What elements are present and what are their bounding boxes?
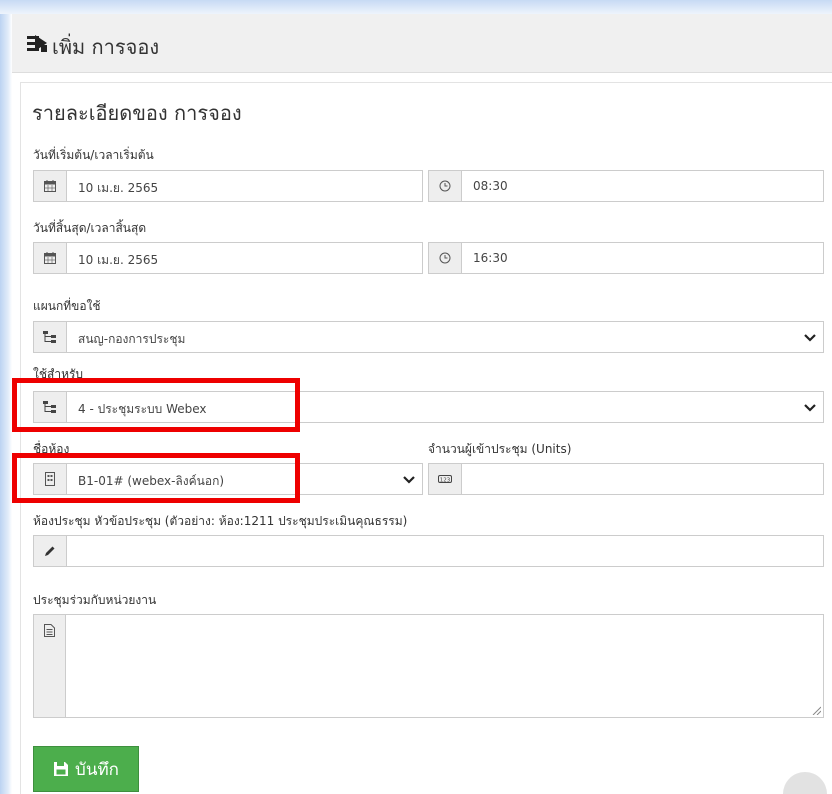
end-date-value: 10 เม.ย. 2565 (78, 253, 159, 267)
pencil-icon (34, 536, 67, 566)
attendees-input[interactable]: 123 (428, 463, 824, 495)
resize-grip-icon[interactable] (811, 705, 821, 715)
floppy-disk-icon (54, 762, 69, 776)
department-label: แผนกที่ขอใช้ (33, 299, 101, 313)
numbers-icon: 123 (429, 464, 462, 494)
calendar-icon (34, 243, 67, 273)
chevron-down-icon (804, 334, 816, 342)
end-datetime-label: วันที่สิ้นสุด/เวลาสิ้นสุด (33, 221, 147, 235)
usage-highlight-box (12, 378, 300, 432)
chevron-down-icon (804, 404, 816, 412)
clock-icon (429, 171, 462, 201)
save-button-label: บันทึก (75, 759, 119, 780)
start-date-field[interactable]: 10 เม.ย. 2565 (33, 170, 423, 202)
start-datetime-label: วันที่เริ่มต้น/เวลาเริ่มต้น (33, 148, 154, 162)
calendar-icon (34, 171, 67, 201)
start-time-field[interactable]: 08:30 (428, 170, 824, 202)
document-icon (34, 615, 66, 717)
room-highlight-box (12, 453, 300, 503)
start-time-value: 08:30 (473, 179, 508, 193)
chevron-down-icon (403, 476, 415, 484)
start-date-value: 10 เม.ย. 2565 (78, 181, 159, 195)
svg-text:123: 123 (440, 478, 451, 484)
clock-icon (429, 243, 462, 273)
topic-input[interactable] (33, 535, 824, 567)
page-title: เพิ่ม การจอง (52, 35, 160, 59)
sitemap-icon (34, 322, 67, 352)
topic-label: ห้องประชุม หัวข้อประชุม (ตัวอย่าง: ห้อง:… (33, 514, 408, 528)
end-time-field[interactable]: 16:30 (428, 242, 824, 274)
joint-department-textarea[interactable] (33, 614, 824, 718)
page-header: เพิ่ม การจอง (12, 14, 832, 73)
attendees-label: จำนวนผู้เข้าประชุม (Units) (428, 442, 572, 456)
window-top-glow (0, 0, 832, 14)
department-value: สนญ-กองการประชุม (78, 332, 186, 346)
form-layers-icon (27, 35, 47, 52)
save-button[interactable]: บันทึก (33, 746, 139, 792)
end-date-field[interactable]: 10 เม.ย. 2565 (33, 242, 423, 274)
joint-department-label: ประชุมร่วมกับหน่วยงาน (33, 593, 157, 607)
window-edge-glow (0, 0, 12, 794)
section-title: รายละเอียดของ การจอง (32, 101, 242, 125)
department-select[interactable]: สนญ-กองการประชุม (33, 321, 824, 353)
end-time-value: 16:30 (473, 251, 508, 265)
booking-page: เพิ่ม การจอง รายละเอียดของ การจอง วันที่… (0, 0, 832, 794)
